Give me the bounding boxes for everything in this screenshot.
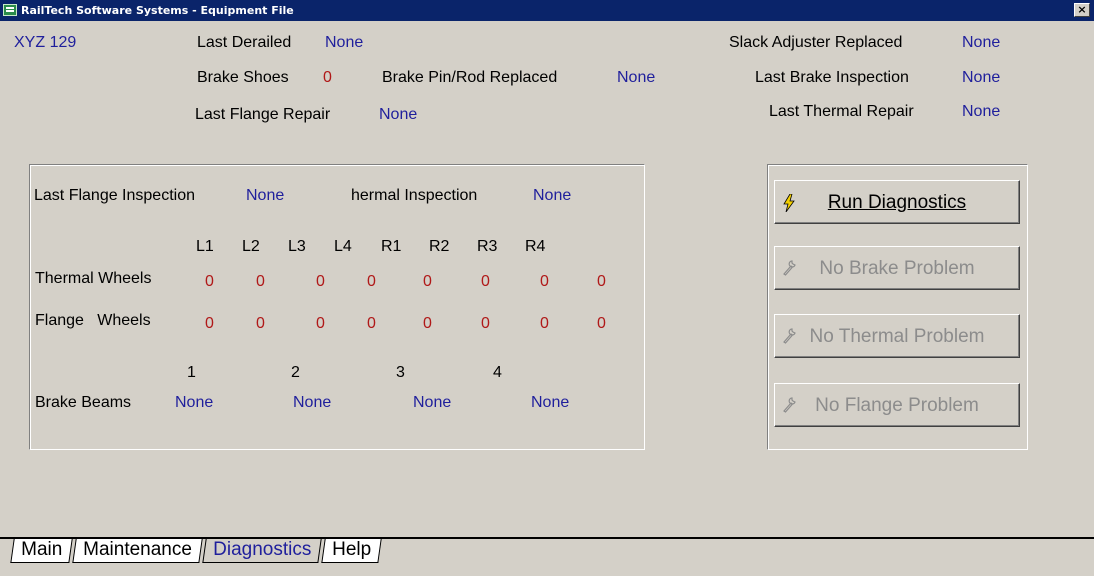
no-thermal-problem-button[interactable]: No Thermal Problem (774, 314, 1020, 358)
thermal-value: 0 (597, 273, 606, 290)
beam-number: 1 (187, 364, 196, 381)
app-icon (3, 4, 17, 16)
beam-number: 2 (291, 364, 300, 381)
thermal-value: 0 (205, 273, 214, 290)
column-header: R3 (477, 238, 498, 255)
tab-maintenance-label: Maintenance (83, 539, 192, 560)
last-derailed-label: Last Derailed (197, 34, 292, 51)
column-header: R4 (525, 238, 546, 255)
last-brake-inspection-value: None (962, 69, 1001, 86)
tab-help-label: Help (332, 539, 372, 560)
flange-value: 0 (540, 315, 549, 332)
thermal-inspection-label: hermal Inspection (351, 187, 478, 204)
last-derailed-value: None (325, 34, 364, 51)
column-header: L4 (334, 238, 352, 255)
tab-main-label: Main (21, 539, 63, 560)
thermal-value: 0 (316, 273, 325, 290)
brake-beam-value: None (293, 394, 332, 411)
no-thermal-problem-label: No Thermal Problem (809, 326, 985, 347)
beam-number: 4 (493, 364, 502, 381)
flange-value: 0 (205, 315, 214, 332)
thermal-wheels-label: Thermal Wheels (35, 270, 152, 287)
run-diagnostics-button[interactable]: Run Diagnostics (774, 180, 1020, 224)
thermal-inspection-value: None (533, 187, 572, 204)
brake-pin-value: None (617, 69, 656, 86)
flange-wheels-label: Flange Wheels (35, 312, 151, 329)
flange-value: 0 (256, 315, 265, 332)
flange-value: 0 (367, 315, 376, 332)
flange-value: 0 (481, 315, 490, 332)
brake-pin-label: Brake Pin/Rod Replaced (382, 69, 558, 86)
last-flange-inspection-label: Last Flange Inspection (34, 187, 195, 204)
column-header: L3 (288, 238, 306, 255)
no-flange-problem-label: No Flange Problem (815, 395, 979, 416)
flange-value: 0 (316, 315, 325, 332)
last-thermal-repair-label: Last Thermal Repair (769, 103, 914, 120)
last-flange-repair-value: None (379, 106, 418, 123)
slack-adjuster-label: Slack Adjuster Replaced (729, 34, 903, 51)
tab-diagnostics-label: Diagnostics (213, 539, 312, 560)
thermal-value: 0 (423, 273, 432, 290)
brake-beam-value: None (413, 394, 452, 411)
beam-number: 3 (396, 364, 405, 381)
column-header: R1 (381, 238, 402, 255)
tab-maintenance[interactable]: Maintenance (72, 539, 203, 563)
last-brake-inspection-label: Last Brake Inspection (755, 69, 909, 86)
column-header: R2 (429, 238, 450, 255)
last-flange-inspection-value: None (246, 187, 285, 204)
car-id: XYZ 129 (14, 34, 77, 51)
run-diagnostics-label: Run Diagnostics (775, 192, 1019, 214)
slack-adjuster-value: None (962, 34, 1001, 51)
brake-shoes-value: 0 (323, 69, 332, 86)
window-title: RailTech Software Systems - Equipment Fi… (21, 4, 294, 17)
tab-main[interactable]: Main (10, 539, 73, 563)
close-button[interactable]: × (1074, 3, 1090, 17)
brake-beam-value: None (531, 394, 570, 411)
no-brake-problem-label: No Brake Problem (819, 258, 975, 279)
thermal-value: 0 (367, 273, 376, 290)
flange-value: 0 (597, 315, 606, 332)
thermal-value: 0 (256, 273, 265, 290)
column-header: L1 (196, 238, 214, 255)
title-bar: RailTech Software Systems - Equipment Fi… (0, 0, 1094, 21)
tab-diagnostics[interactable]: Diagnostics (202, 539, 322, 563)
thermal-value: 0 (540, 273, 549, 290)
run-diagnostics-label-mnemonic: Run Diagnostics (827, 192, 967, 213)
column-header: L2 (242, 238, 260, 255)
tab-help[interactable]: Help (321, 539, 382, 563)
last-flange-repair-label: Last Flange Repair (195, 106, 331, 123)
flange-value: 0 (423, 315, 432, 332)
brake-beam-value: None (175, 394, 214, 411)
brake-beams-label: Brake Beams (35, 394, 132, 411)
brake-shoes-label: Brake Shoes (197, 69, 289, 86)
no-flange-problem-button[interactable]: No Flange Problem (774, 383, 1020, 427)
last-thermal-repair-value: None (962, 103, 1001, 120)
thermal-value: 0 (481, 273, 490, 290)
no-brake-problem-button[interactable]: No Brake Problem (774, 246, 1020, 290)
